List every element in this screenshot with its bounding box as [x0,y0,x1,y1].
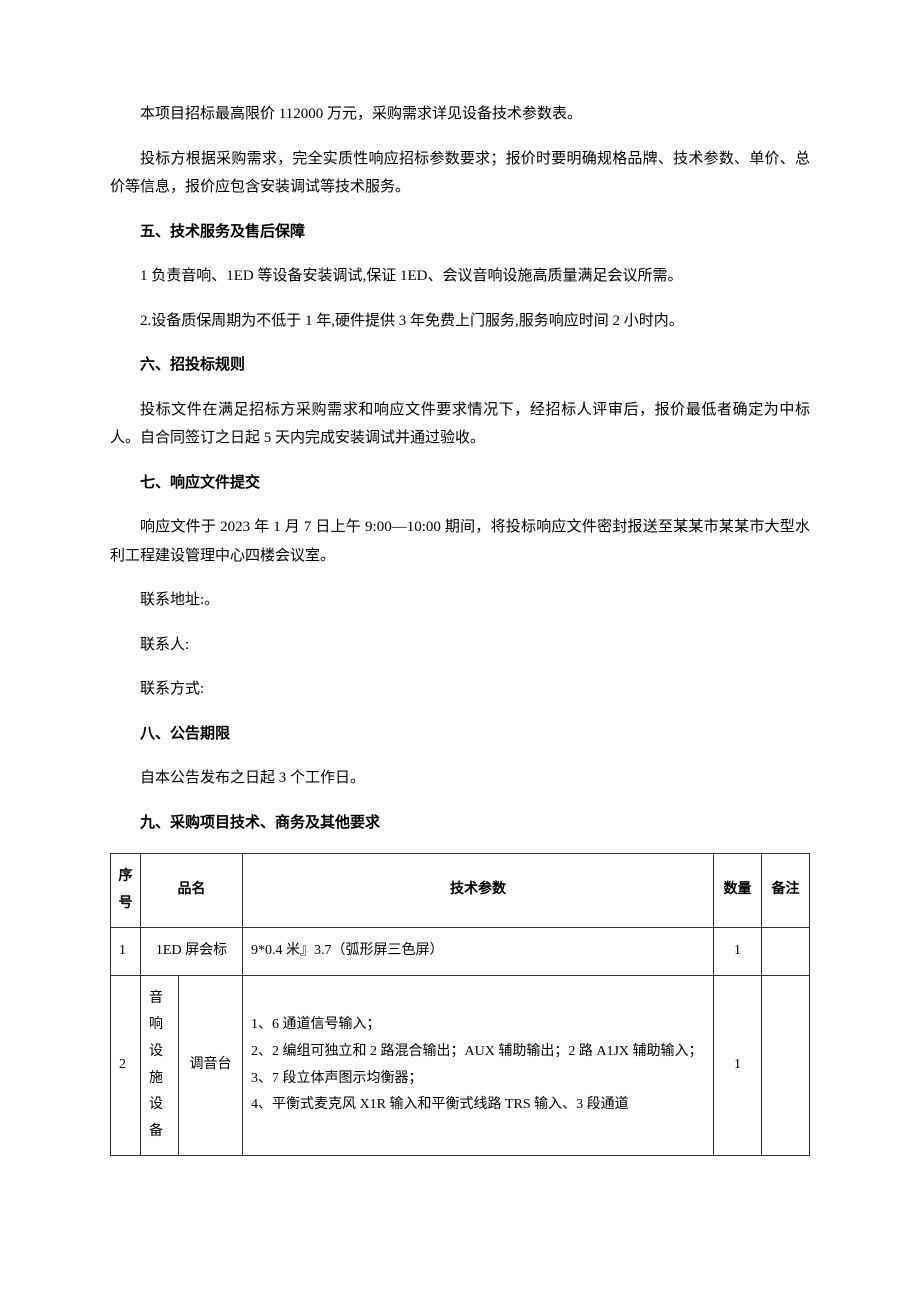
heading-9: 九、采购项目技术、商务及其他要求 [110,809,810,838]
heading-7: 七、响应文件提交 [110,469,810,498]
td-note [762,928,810,976]
th-tech: 技术参数 [243,854,714,928]
paragraph-bidder-req: 投标方根据采购需求，完全实质性响应招标参数要求；报价时要明确规格品牌、技术参数、… [110,145,810,202]
paragraph-contact-method: 联系方式: [110,675,810,704]
paragraph-6: 投标文件在满足招标方采购需求和响应文件要求情况下，经招标人评审后，报价最低者确定… [110,396,810,453]
td-name: 1ED 屏会标 [141,928,243,976]
paragraph-contact-person: 联系人: [110,631,810,660]
th-note: 备注 [762,854,810,928]
paragraph-5-2: 2.设备质保周期为不低于 1 年,硬件提供 3 年免费上门服务,服务响应时间 2… [110,307,810,336]
table-row: 1 1ED 屏会标 9*0.4 米』3.7（弧形屏三色屏） 1 [111,928,810,976]
td-note [762,975,810,1156]
paragraph-contact-addr: 联系地址:。 [110,586,810,615]
th-seq: 序号 [111,854,141,928]
th-name: 品名 [141,854,243,928]
td-name-group: 音响设施设备 [141,975,179,1156]
heading-5: 五、技术服务及售后保障 [110,218,810,247]
td-name-sub: 调音台 [179,975,243,1156]
paragraph-price: 本项目招标最高限价 112000 万元，采购需求详见设备技术参数表。 [110,100,810,129]
table-header-row: 序号 品名 技术参数 数量 备注 [111,854,810,928]
td-qty: 1 [714,975,762,1156]
th-qty: 数量 [714,854,762,928]
document-body: 本项目招标最高限价 112000 万元，采购需求详见设备技术参数表。 投标方根据… [110,100,810,1156]
td-seq: 2 [111,975,141,1156]
td-qty: 1 [714,928,762,976]
heading-6: 六、招投标规则 [110,351,810,380]
paragraph-5-1: 1 负责音响、1ED 等设备安装调试,保证 1ED、会议音响设施高质量满足会议所… [110,262,810,291]
paragraph-8: 自本公告发布之日起 3 个工作日。 [110,764,810,793]
heading-8: 八、公告期限 [110,720,810,749]
td-tech: 1、6 通道信号输入； 2、2 编组可独立和 2 路混合输出；AUX 辅助输出；… [243,975,714,1156]
td-seq: 1 [111,928,141,976]
spec-table: 序号 品名 技术参数 数量 备注 1 1ED 屏会标 9*0.4 米』3.7（弧… [110,853,810,1156]
td-tech: 9*0.4 米』3.7（弧形屏三色屏） [243,928,714,976]
table-row: 2 音响设施设备 调音台 1、6 通道信号输入； 2、2 编组可独立和 2 路混… [111,975,810,1156]
paragraph-7-1: 响应文件于 2023 年 1 月 7 日上午 9:00—10:00 期间，将投标… [110,513,810,570]
